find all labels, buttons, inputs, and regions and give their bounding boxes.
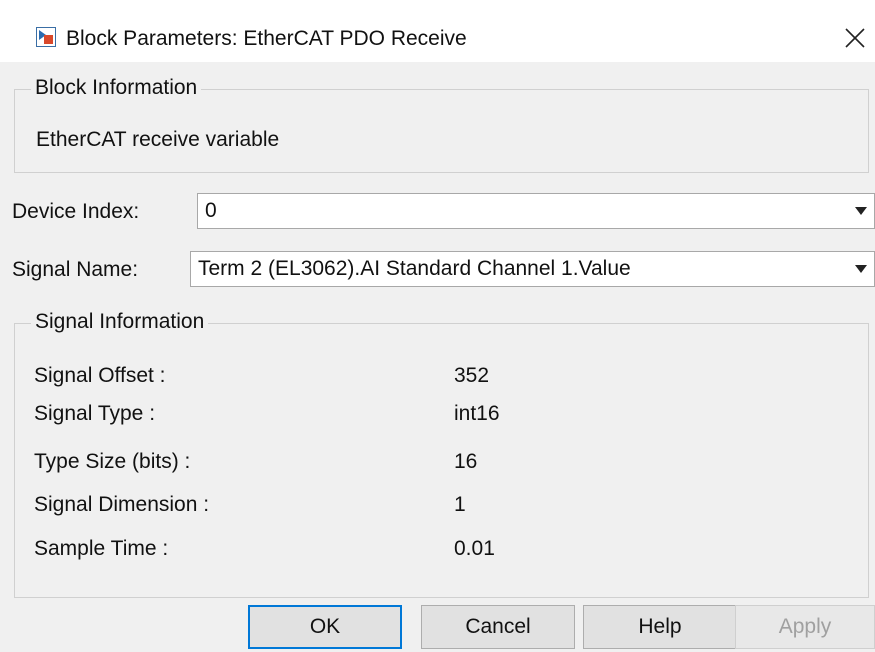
type-size-label: Type Size (bits) :	[34, 450, 191, 473]
simulink-block-icon	[36, 27, 56, 47]
sample-time-value: 0.01	[454, 537, 495, 560]
signal-name-value: Term 2 (EL3062).AI Standard Channel 1.Va…	[198, 257, 631, 280]
signal-offset-value: 352	[454, 364, 490, 387]
window-title: Block Parameters: EtherCAT PDO Receive	[66, 27, 467, 50]
cancel-button[interactable]: Cancel	[421, 605, 575, 649]
chevron-down-icon	[848, 194, 874, 228]
signal-dimension-label: Signal Dimension :	[34, 493, 210, 516]
device-index-value: 0	[205, 199, 217, 222]
signal-dimension-value: 1	[454, 493, 466, 516]
signal-type-label: Signal Type :	[34, 402, 156, 425]
block-information-legend: Block Information	[31, 76, 202, 100]
signal-offset-label: Signal Offset :	[34, 364, 166, 387]
signal-name-label: Signal Name:	[12, 258, 139, 281]
type-size-value: 16	[454, 450, 478, 473]
title-bar[interactable]: Block Parameters: EtherCAT PDO Receive	[0, 0, 875, 62]
signal-name-dropdown[interactable]: Term 2 (EL3062).AI Standard Channel 1.Va…	[190, 251, 875, 287]
ok-button[interactable]: OK	[248, 605, 402, 649]
chevron-down-icon	[848, 252, 874, 286]
sample-time-label: Sample Time :	[34, 537, 169, 560]
apply-button[interactable]: Apply	[735, 605, 875, 649]
device-index-label: Device Index:	[12, 200, 140, 223]
block-parameters-dialog: Block Parameters: EtherCAT PDO Receive B…	[0, 0, 875, 652]
signal-information-legend: Signal Information	[31, 310, 209, 334]
close-icon	[845, 28, 865, 48]
block-description: EtherCAT receive variable	[36, 128, 280, 151]
signal-type-value: int16	[454, 402, 500, 425]
close-button[interactable]	[835, 18, 875, 58]
device-index-dropdown[interactable]: 0	[197, 193, 875, 229]
help-button[interactable]: Help	[583, 605, 737, 649]
